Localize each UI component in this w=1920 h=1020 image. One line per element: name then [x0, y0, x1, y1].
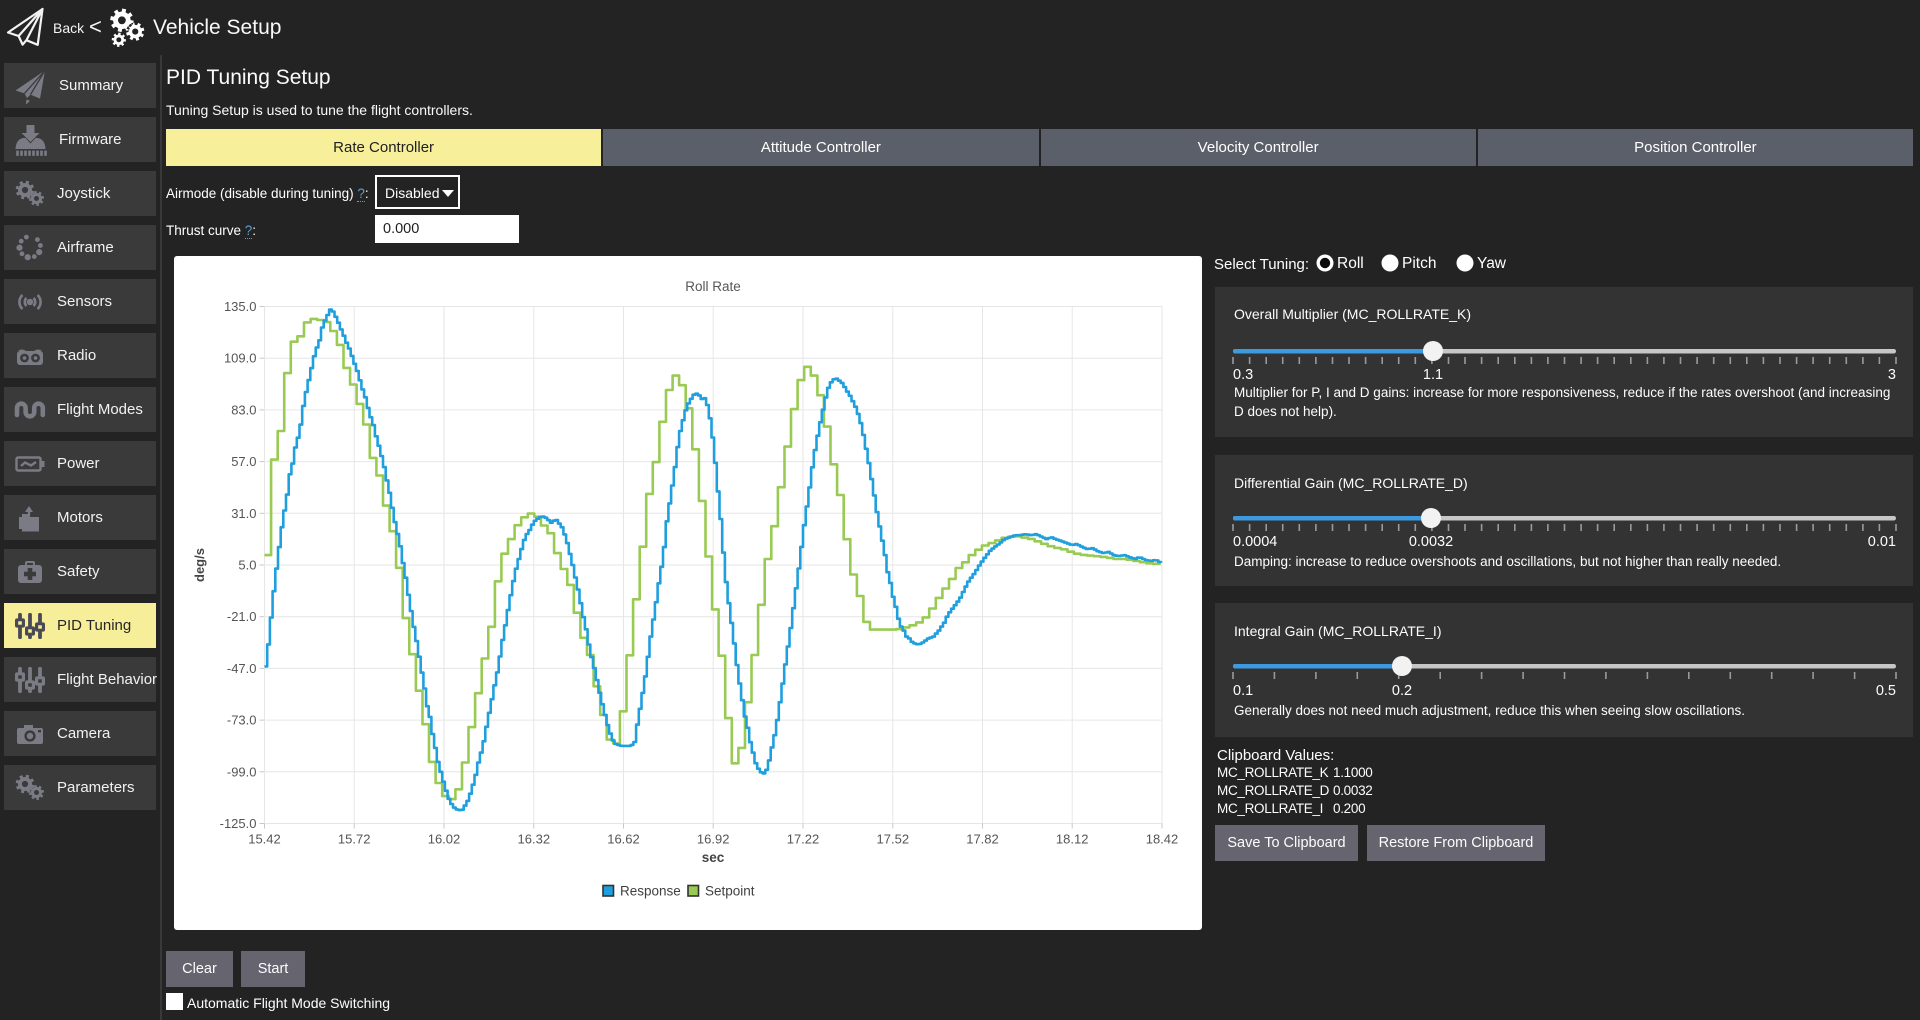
svg-text:18.42: 18.42: [1146, 832, 1179, 847]
svg-text:sec: sec: [702, 850, 725, 865]
svg-text:17.52: 17.52: [877, 832, 910, 847]
svg-text:57.0: 57.0: [231, 454, 256, 469]
svg-text:Setpoint: Setpoint: [705, 884, 755, 899]
svg-text:109.0: 109.0: [224, 351, 257, 366]
svg-text:16.02: 16.02: [428, 832, 461, 847]
svg-text:Response: Response: [620, 884, 681, 899]
svg-text:5.0: 5.0: [238, 558, 256, 573]
svg-text:-125.0: -125.0: [220, 816, 257, 831]
svg-text:31.0: 31.0: [231, 506, 256, 521]
svg-text:deg/s: deg/s: [192, 548, 207, 582]
svg-text:16.92: 16.92: [697, 832, 730, 847]
svg-text:83.0: 83.0: [231, 402, 256, 417]
svg-text:18.12: 18.12: [1056, 832, 1089, 847]
svg-text:16.62: 16.62: [607, 832, 640, 847]
svg-text:-47.0: -47.0: [227, 661, 257, 676]
svg-text:-99.0: -99.0: [227, 764, 257, 779]
svg-text:15.72: 15.72: [338, 832, 371, 847]
svg-text:17.82: 17.82: [966, 832, 999, 847]
svg-text:Roll Rate: Roll Rate: [685, 279, 741, 294]
svg-text:-21.0: -21.0: [227, 609, 257, 624]
svg-text:135.0: 135.0: [224, 299, 257, 314]
svg-text:16.32: 16.32: [518, 832, 551, 847]
svg-text:-73.0: -73.0: [227, 713, 257, 728]
svg-text:17.22: 17.22: [787, 832, 820, 847]
svg-text:15.42: 15.42: [248, 832, 281, 847]
